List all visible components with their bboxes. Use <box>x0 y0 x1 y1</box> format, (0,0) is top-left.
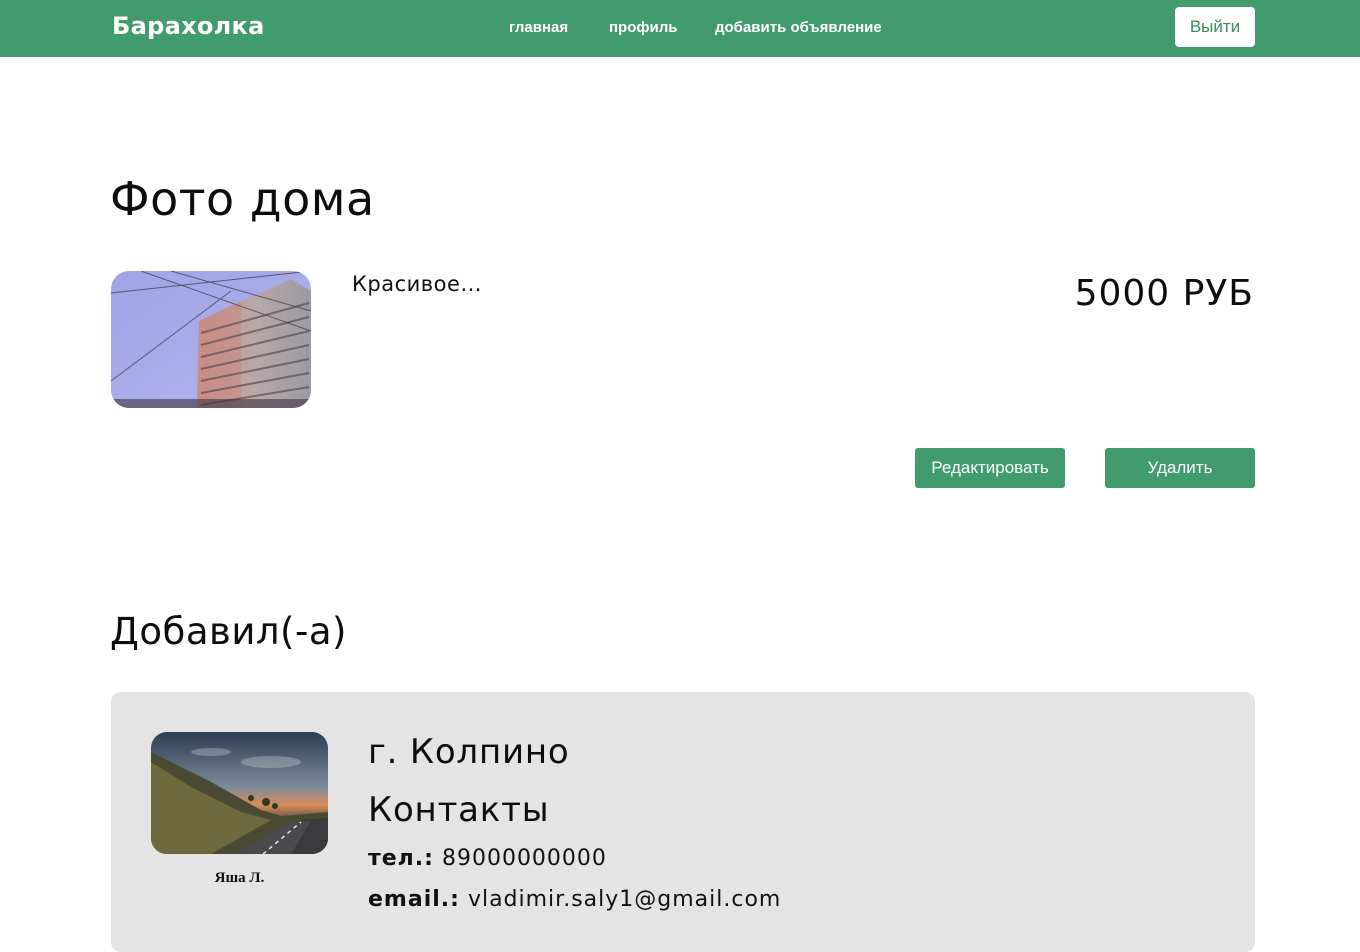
ad-description: Красивое... <box>352 272 482 296</box>
phone-label: тел.: <box>368 846 434 871</box>
author-heading: Добавил(-а) <box>110 610 347 653</box>
author-avatar <box>151 732 328 854</box>
ad-title: Фото дома <box>110 172 375 226</box>
logout-button[interactable]: Выйти <box>1175 7 1255 47</box>
delete-button[interactable]: Удалить <box>1105 448 1255 488</box>
brand-logo[interactable]: Барахолка <box>112 12 265 40</box>
contacts-title: Контакты <box>368 790 550 830</box>
author-city: г. Колпино <box>368 732 570 772</box>
landscape-photo-image <box>151 732 328 854</box>
nav-link-home[interactable]: главная <box>509 19 568 36</box>
nav-link-add-ad[interactable]: добавить объявление <box>715 19 882 36</box>
email-value: vladimir.saly1@gmail.com <box>467 887 782 912</box>
ad-price: 5000 РУБ <box>1074 273 1254 314</box>
edit-button[interactable]: Редактировать <box>915 448 1065 488</box>
nav-link-profile[interactable]: профиль <box>609 19 677 36</box>
phone-row: тел.: 89000000000 <box>368 846 607 871</box>
top-navbar: Барахолка главная профиль добавить объяв… <box>0 0 1360 57</box>
author-card: Яша Л. г. Колпино Контакты тел.: 8900000… <box>111 692 1255 952</box>
email-label: email.: <box>368 887 460 912</box>
building-photo-image <box>111 271 311 408</box>
phone-value: 89000000000 <box>441 846 607 871</box>
email-row: email.: vladimir.saly1@gmail.com <box>368 887 781 912</box>
ad-photo <box>111 271 311 408</box>
author-name: Яша Л. <box>214 870 265 886</box>
